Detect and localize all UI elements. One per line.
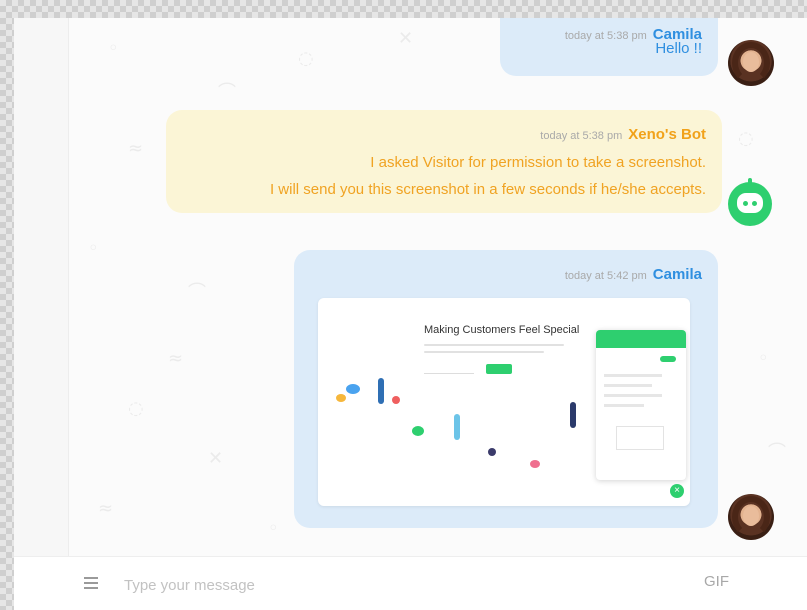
message-text: Hello !! [655,40,702,57]
avatar [728,494,774,540]
avatar-face [743,52,759,72]
robot-eye-left [743,201,748,206]
illustration-shape [412,426,424,436]
screenshot-attachment[interactable]: Making Customers Feel Special × [318,298,690,506]
robot-antenna [748,178,752,186]
widget-options [616,426,664,450]
message-sender: Camila [652,266,702,283]
avatar [728,40,774,86]
screenshot-cta-button [486,364,512,374]
widget-pill [660,356,676,362]
widget-text-line [604,374,662,377]
message-timestamp: today at 5:42 pm [564,270,647,282]
widget-header [596,330,686,348]
screenshot-chat-widget [596,330,686,480]
illustration-shape [392,396,400,404]
screenshot-text-line [424,351,544,353]
illustration-shape [336,394,346,402]
gif-button[interactable]: GIF [704,573,729,590]
close-icon: × [670,484,684,498]
illustration-person [454,414,460,440]
message-timestamp: today at 5:38 pm [564,30,647,42]
message-bubble-hello: today at 5:38 pm Camila Hello !! [500,18,718,76]
illustration-shape [346,384,360,394]
hamburger-menu-icon[interactable] [84,577,98,589]
robot-head [737,193,763,213]
widget-text-line [604,384,652,387]
illustration-person [378,378,384,404]
sidebar-strip [14,18,69,556]
chat-window: ◦⌒ ◌✕ ≈◦ ⌒◌ ✕≈ ◦◌ ◦⌒ ◦≈ today at 5:38 pm… [14,18,807,610]
illustration-shape [530,460,540,468]
robot-eye-right [752,201,757,206]
message-timestamp: today at 5:38 pm [540,130,623,142]
message-composer: GIF [14,556,807,610]
message-input[interactable] [122,571,646,599]
message-text-line-2: I will send you this screenshot in a few… [269,181,706,198]
widget-text-line [604,394,662,397]
screenshot-headline: Making Customers Feel Special [424,324,580,336]
message-sender: Xeno's Bot [628,126,706,143]
widget-text-line [604,404,644,407]
message-bubble-bot: today at 5:38 pm Xeno's Bot I asked Visit… [166,110,722,213]
message-text-line-1: I asked Visitor for permission to take a… [370,154,706,171]
message-header: today at 5:42 pm Camila [565,266,702,284]
screenshot-field [424,365,474,374]
message-bubble-screenshot: today at 5:42 pm Camila Making Customers … [294,250,718,528]
message-header: today at 5:38 pm Xeno's Bot [540,126,706,144]
illustration-person [570,402,576,428]
avatar-face [743,506,759,526]
robot-icon [728,178,772,226]
screenshot-text-line [424,344,564,346]
illustration-shape [488,448,496,456]
